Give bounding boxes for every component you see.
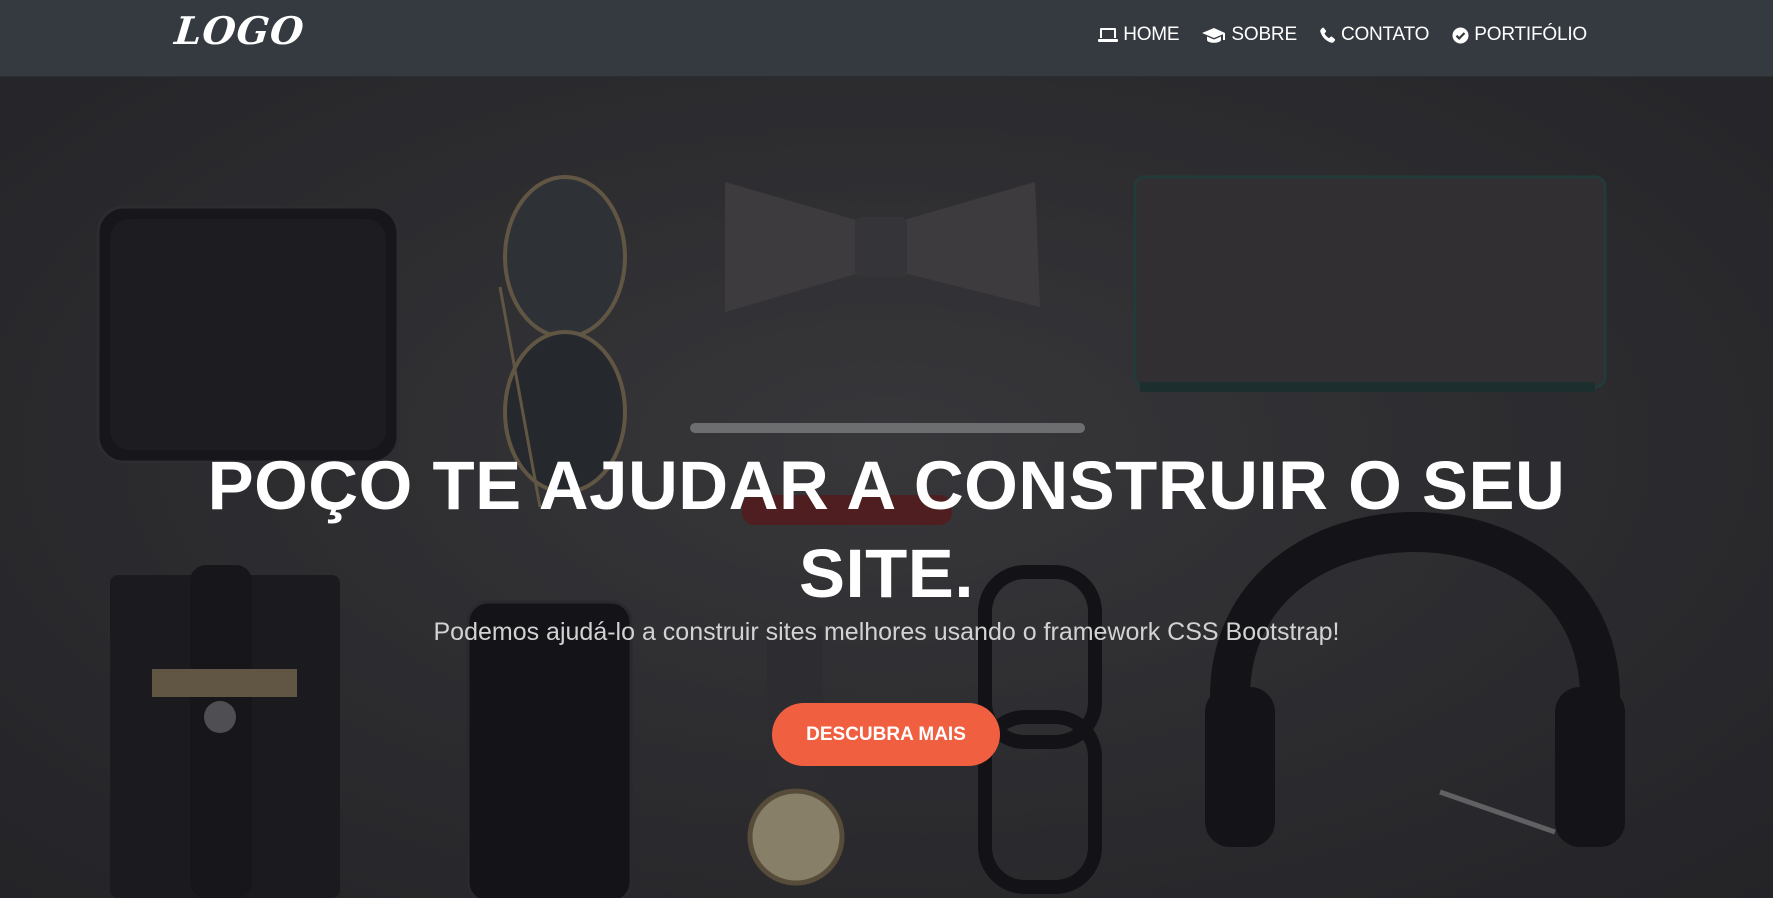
laptop-icon — [1098, 28, 1119, 42]
main-nav: HOME SOBRE CONTATO PORTIFÓLIO — [1098, 24, 1587, 46]
nav-item-sobre[interactable]: SOBRE — [1202, 24, 1297, 46]
graduation-cap-icon — [1202, 28, 1226, 43]
nav-item-label: CONTATO — [1340, 24, 1430, 45]
nav-item-label: HOME — [1123, 24, 1180, 45]
navbar: LOGO HOME SOBRE CONTATO PORTIFÓLIO — [0, 0, 1773, 77]
nav-item-label: PORTIFÓLIO — [1474, 24, 1587, 45]
hero-section: POÇO TE AJUDAR A CONSTRUIR O SEU SITE. P… — [0, 77, 1773, 898]
hero-content: POÇO TE AJUDAR A CONSTRUIR O SEU SITE. P… — [0, 77, 1773, 898]
discover-more-button[interactable]: DESCUBRA MAIS — [772, 703, 1000, 766]
nav-item-home[interactable]: HOME — [1098, 24, 1180, 46]
check-circle-icon — [1452, 27, 1469, 43]
hero-subtitle: Podemos ajudá-lo a construir sites melho… — [433, 618, 1340, 646]
hero-headline: POÇO TE AJUDAR A CONSTRUIR O SEU SITE. — [207, 447, 1566, 612]
nav-item-contato[interactable]: CONTATO — [1320, 24, 1429, 46]
phone-icon — [1320, 27, 1336, 43]
nav-item-portifolio[interactable]: PORTIFÓLIO — [1452, 24, 1587, 46]
logo[interactable]: LOGO — [173, 8, 307, 53]
nav-item-label: SOBRE — [1231, 24, 1297, 45]
